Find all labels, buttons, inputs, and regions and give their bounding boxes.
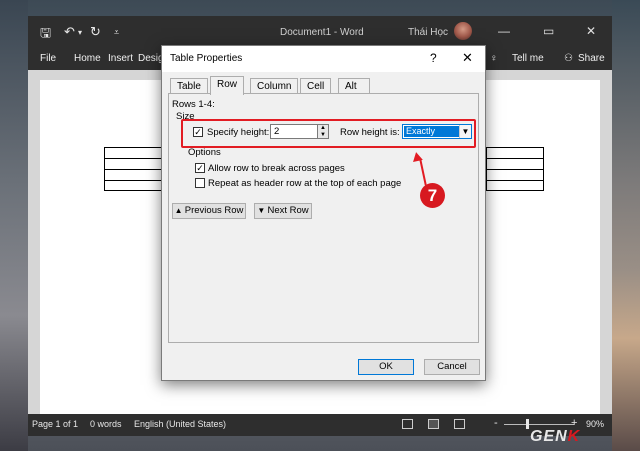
user-name[interactable]: Thái Học (408, 27, 448, 38)
next-row-button[interactable]: ▼ Next Row (254, 203, 312, 219)
maximize-icon[interactable]: ▭ (543, 24, 554, 38)
page-count[interactable]: Page 1 of 1 (32, 419, 78, 429)
title-bar: 🖫 ↶ ▾ ↻ ⩡ Document1 - Word Thái Học — ▭ … (28, 16, 612, 48)
language-indicator[interactable]: English (United States) (134, 419, 226, 429)
avatar[interactable] (454, 22, 472, 40)
minimize-icon[interactable]: — (498, 24, 510, 38)
step-badge: 7 (420, 183, 445, 208)
read-mode-icon[interactable] (402, 419, 413, 429)
word-count[interactable]: 0 words (90, 419, 122, 429)
help-button[interactable]: ? (430, 51, 437, 65)
lightbulb-icon: ♀ (490, 53, 498, 64)
dialog-title-bar: Table Properties ? ✕ (162, 46, 485, 72)
ribbon-tab-home[interactable]: Home (74, 53, 101, 64)
table-row[interactable] (486, 147, 544, 158)
cancel-button[interactable]: Cancel (424, 359, 480, 375)
table-properties-dialog: Table Properties ? ✕ Table Row Column Ce… (161, 45, 486, 381)
save-icon[interactable]: 🖫 (40, 24, 51, 46)
tab-row[interactable]: Row (210, 76, 245, 95)
customize-qat-icon[interactable]: ⩡ (114, 27, 119, 38)
web-layout-icon[interactable] (454, 419, 465, 429)
undo-dropdown-icon[interactable]: ▾ (78, 28, 82, 37)
status-bar: Page 1 of 1 0 words English (United Stat… (28, 414, 612, 436)
table-row[interactable] (104, 180, 162, 191)
table-row[interactable] (486, 180, 544, 191)
repeat-header-label: Repeat as header row at the top of each … (208, 178, 402, 189)
table-row[interactable] (486, 169, 544, 180)
repeat-header-checkbox[interactable] (195, 178, 205, 188)
share-person-icon: ⚇ (564, 53, 573, 64)
up-arrow-icon: ▲ (174, 206, 185, 215)
close-icon[interactable]: ✕ (462, 50, 473, 66)
document-title: Document1 - Word (280, 27, 364, 38)
share-button[interactable]: Share (578, 53, 605, 64)
ribbon-tab-file[interactable]: File (40, 53, 56, 64)
zoom-level[interactable]: 90% (586, 419, 604, 429)
tab-table[interactable]: Table (170, 78, 208, 94)
highlight-box (181, 119, 476, 148)
print-layout-icon[interactable] (428, 419, 439, 429)
allow-break-label: Allow row to break across pages (208, 163, 345, 174)
ok-button[interactable]: OK (358, 359, 414, 375)
table-row[interactable] (104, 169, 162, 180)
desktop-wallpaper-left (0, 0, 28, 451)
tell-me-search[interactable]: Tell me (512, 53, 544, 64)
allow-break-checkbox[interactable]: ✓ (195, 163, 205, 173)
zoom-slider[interactable] (504, 424, 574, 425)
dialog-title: Table Properties (170, 53, 243, 64)
table-row[interactable] (104, 147, 162, 158)
next-row-label: Next Row (267, 205, 309, 216)
table-row[interactable] (104, 158, 162, 169)
redo-icon[interactable]: ↻ (90, 24, 101, 40)
tab-alt-text[interactable]: Alt Text (338, 78, 371, 103)
zoom-slider-thumb[interactable] (526, 419, 529, 429)
table-row[interactable] (486, 158, 544, 169)
undo-icon[interactable]: ↶ (64, 24, 75, 40)
tab-cell[interactable]: Cell (300, 78, 332, 94)
genk-logo: GENK (530, 428, 581, 445)
close-window-icon[interactable]: ✕ (586, 24, 596, 38)
previous-row-button[interactable]: ▲ Previous Row (172, 203, 246, 219)
desktop-wallpaper-right (612, 0, 640, 451)
zoom-out-button[interactable]: - (494, 417, 498, 429)
down-arrow-icon: ▼ (257, 206, 268, 215)
ribbon-tab-insert[interactable]: Insert (108, 53, 133, 64)
tab-column[interactable]: Column (250, 78, 299, 94)
rows-label: Rows 1-4: (172, 99, 215, 110)
options-group-label: Options (188, 147, 221, 158)
ribbon-tab-design[interactable]: Desig (138, 53, 164, 64)
previous-row-label: Previous Row (184, 205, 244, 216)
